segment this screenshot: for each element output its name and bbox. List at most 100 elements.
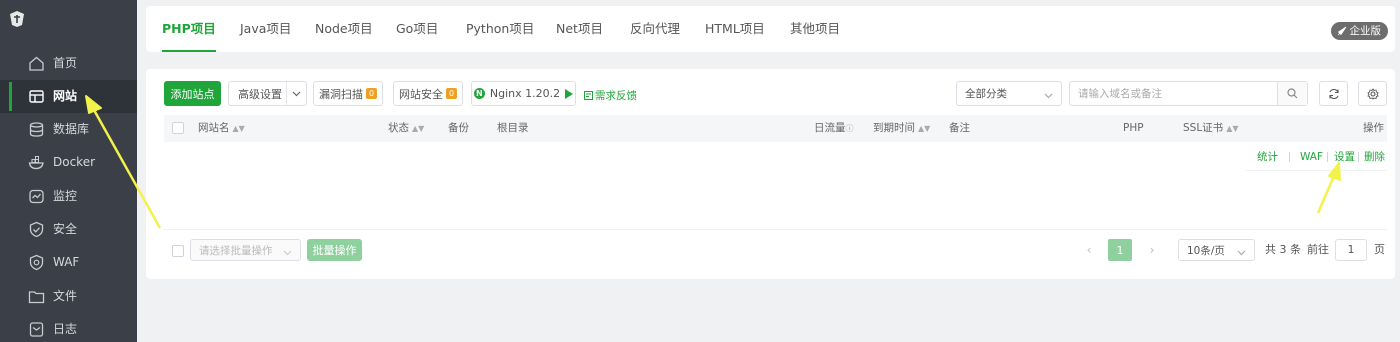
vuln-scan-button[interactable]: 漏洞扫描 0 bbox=[313, 81, 383, 106]
logo-icon bbox=[9, 10, 25, 28]
goto-label: 前往 bbox=[1307, 243, 1329, 256]
page-unit-label: 页 bbox=[1374, 243, 1385, 256]
info-icon: ⓘ bbox=[845, 124, 854, 133]
tab-node[interactable]: Node项目 bbox=[315, 6, 373, 52]
sidebar-item-label: 数据库 bbox=[53, 122, 90, 136]
page-size-select[interactable]: 10条/页 bbox=[1178, 239, 1255, 261]
table-header: 网站名 ▲▼ 状态 ▲▼ 备份 根目录 日流量ⓘ 到期时间 ▲▼ 备注 PHP SSL… bbox=[164, 115, 1387, 142]
waf-shield-icon bbox=[28, 254, 45, 271]
col-remark: 备注 bbox=[949, 122, 970, 134]
tab-html[interactable]: HTML项目 bbox=[705, 6, 765, 52]
gear-icon bbox=[1366, 87, 1379, 100]
sort-icon: ▲▼ bbox=[1226, 124, 1239, 133]
footer-select-all-checkbox[interactable] bbox=[172, 245, 184, 257]
tab-python[interactable]: Python项目 bbox=[466, 6, 534, 52]
website-icon bbox=[28, 88, 45, 105]
sidebar-item-label: 安全 bbox=[53, 222, 78, 236]
refresh-button[interactable] bbox=[1319, 81, 1348, 106]
col-daily-traffic: 日流量ⓘ bbox=[814, 122, 854, 134]
nginx-icon: N bbox=[473, 88, 485, 99]
sidebar-item-label: 监控 bbox=[53, 189, 78, 203]
sidebar-item-website[interactable]: 网站 bbox=[0, 80, 137, 113]
col-root-dir: 根目录 bbox=[497, 122, 529, 134]
tab-reverse-proxy[interactable]: 反向代理 bbox=[630, 6, 680, 52]
log-icon bbox=[28, 321, 45, 338]
settings-button[interactable] bbox=[1358, 81, 1387, 106]
sidebar-item-label: 文件 bbox=[53, 289, 78, 303]
divider bbox=[164, 229, 1387, 230]
sidebar-item-waf[interactable]: WAF bbox=[0, 246, 137, 279]
goto-page-input[interactable]: 1 bbox=[1335, 239, 1367, 261]
divider bbox=[1289, 152, 1290, 162]
count-badge: 0 bbox=[366, 88, 377, 99]
security-icon bbox=[28, 221, 45, 238]
tab-other[interactable]: 其他项目 bbox=[790, 6, 840, 52]
prev-page-icon[interactable]: ‹ bbox=[1078, 239, 1100, 261]
add-site-button[interactable]: 添加站点 bbox=[164, 81, 221, 106]
col-status[interactable]: 状态 ▲▼ bbox=[388, 115, 424, 142]
count-badge: 0 bbox=[446, 88, 457, 99]
monitor-icon bbox=[28, 188, 45, 205]
select-all-checkbox[interactable] bbox=[172, 122, 184, 134]
col-ssl[interactable]: SSL证书 ▲▼ bbox=[1183, 115, 1239, 142]
col-backup: 备份 bbox=[448, 122, 469, 134]
page-number-current[interactable]: 1 bbox=[1108, 239, 1132, 261]
sidebar: 首页 网站 数据库 Docker 监控 安全 WAF 文件 日志 bbox=[0, 0, 137, 342]
project-tabs: PHP项目 Java项目 Node项目 Go项目 Python项目 Net项目 … bbox=[146, 6, 1395, 52]
tab-java[interactable]: Java项目 bbox=[240, 6, 291, 52]
folder-icon bbox=[28, 288, 45, 305]
divider bbox=[1358, 152, 1359, 162]
waf-link[interactable]: WAF bbox=[1300, 149, 1323, 165]
table-row: 统计 WAF 设置 删除 bbox=[1246, 149, 1387, 171]
search-icon[interactable] bbox=[1277, 82, 1307, 105]
sidebar-item-label: Docker bbox=[53, 155, 96, 169]
settings-link[interactable]: 设置 bbox=[1334, 149, 1355, 165]
sidebar-item-label: WAF bbox=[53, 255, 80, 269]
search-input[interactable]: 请输入域名或备注 bbox=[1069, 81, 1308, 106]
chevron-down-icon bbox=[283, 247, 292, 259]
tab-php[interactable]: PHP项目 bbox=[156, 6, 222, 52]
home-icon bbox=[28, 55, 45, 72]
batch-operation-select[interactable]: 请选择批量操作 bbox=[190, 239, 301, 261]
database-icon bbox=[28, 121, 45, 138]
enterprise-badge[interactable]: 企业版 bbox=[1330, 22, 1388, 40]
sidebar-item-files[interactable]: 文件 bbox=[0, 280, 137, 313]
sidebar-item-label: 网站 bbox=[53, 89, 78, 103]
divider bbox=[1327, 152, 1328, 162]
sort-icon: ▲▼ bbox=[918, 124, 931, 133]
total-count: 共 3 条 bbox=[1265, 243, 1301, 256]
batch-operation-button[interactable]: 批量操作 bbox=[307, 239, 362, 261]
rocket-icon bbox=[1337, 26, 1346, 36]
chevron-down-icon bbox=[1237, 247, 1246, 259]
sidebar-item-database[interactable]: 数据库 bbox=[0, 113, 137, 146]
stats-link[interactable]: 统计 bbox=[1257, 149, 1278, 165]
sidebar-item-security[interactable]: 安全 bbox=[0, 213, 137, 246]
nginx-version-button[interactable]: N Nginx 1.20.2 bbox=[471, 81, 576, 106]
tab-go[interactable]: Go项目 bbox=[396, 6, 438, 52]
sort-icon: ▲▼ bbox=[232, 124, 245, 133]
sidebar-item-label: 日志 bbox=[53, 322, 78, 336]
feedback-link[interactable]: 需求反馈 bbox=[584, 88, 637, 103]
col-php: PHP bbox=[1123, 122, 1144, 134]
advanced-settings-dropdown[interactable]: 高级设置 bbox=[228, 81, 307, 106]
sidebar-item-home[interactable]: 首页 bbox=[0, 47, 137, 80]
col-site-name[interactable]: 网站名 ▲▼ bbox=[198, 115, 245, 142]
col-actions: 操作 bbox=[1363, 122, 1384, 134]
sidebar-item-label: 首页 bbox=[53, 56, 78, 70]
sidebar-item-docker[interactable]: Docker bbox=[0, 146, 137, 179]
col-expire-date[interactable]: 到期时间 ▲▼ bbox=[873, 115, 930, 142]
refresh-icon bbox=[1328, 88, 1339, 99]
sidebar-item-monitor[interactable]: 监控 bbox=[0, 180, 137, 213]
sidebar-item-logs[interactable]: 日志 bbox=[0, 313, 137, 342]
category-select[interactable]: 全部分类 bbox=[956, 81, 1062, 106]
chevron-down-icon bbox=[286, 82, 306, 105]
chevron-down-icon bbox=[1044, 90, 1053, 102]
sort-icon: ▲▼ bbox=[412, 124, 425, 133]
tab-net[interactable]: Net项目 bbox=[556, 6, 603, 52]
delete-link[interactable]: 删除 bbox=[1364, 149, 1385, 165]
site-security-button[interactable]: 网站安全 0 bbox=[393, 81, 463, 106]
site-list-panel: 添加站点 高级设置 漏洞扫描 0 网站安全 0 N Nginx 1.20.2 需求反… bbox=[146, 69, 1395, 279]
next-page-icon[interactable]: › bbox=[1141, 239, 1163, 261]
feedback-icon bbox=[584, 91, 593, 100]
docker-icon bbox=[28, 154, 45, 171]
